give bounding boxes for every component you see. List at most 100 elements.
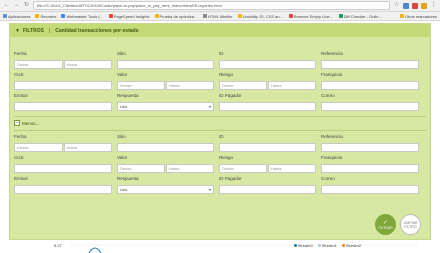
filter-row: Emisor Respuesta Uno ▾ ID Pagador Correo: [10, 176, 430, 196]
bookmark-item[interactable]: Diff Checker - Onlin…: [338, 14, 382, 19]
fecha-desde-input[interactable]: Desde: [14, 143, 63, 152]
valor-label: Valor: [117, 155, 128, 160]
extension-icon[interactable]: [403, 2, 409, 9]
chevron-down-icon: ▾: [208, 187, 211, 192]
referencia-field: Referencia: [321, 51, 419, 69]
referencia-input[interactable]: [321, 60, 419, 69]
bookmark-item[interactable]: Remove Empty Line…: [288, 14, 334, 19]
chart-svg: [69, 244, 419, 253]
emisor-input[interactable]: [14, 185, 112, 194]
legend-item[interactable]: Stream1: [317, 243, 337, 248]
forward-icon[interactable]: →: [13, 2, 20, 9]
fecha-label: Fecha: [14, 51, 27, 56]
respuesta-select[interactable]: Uno ▾: [117, 185, 214, 194]
menu-icon[interactable]: ⋮: [430, 2, 437, 9]
id-pagador-field: ID Pagador: [219, 176, 316, 194]
franquicia-input[interactable]: [321, 81, 419, 90]
bookmark-item[interactable]: Prueba de optimiza…: [154, 14, 198, 19]
cus-input[interactable]: [14, 164, 112, 173]
extension-icon[interactable]: [421, 2, 427, 9]
correo-input[interactable]: [321, 185, 419, 194]
valor-desde-input[interactable]: Desde: [117, 81, 165, 90]
valor-hasta-input[interactable]: Hasta: [166, 164, 214, 173]
respuesta-select[interactable]: Uno ▾: [117, 102, 214, 111]
id-pagador-input[interactable]: [219, 102, 316, 111]
riesgo-hasta-input[interactable]: Hasta: [268, 81, 316, 90]
bookmark-item[interactable]: Webmaster Tools (…: [61, 14, 104, 19]
filters-header: ▼ FILTROS | Cantidad transacciones por e…: [10, 24, 430, 37]
filter-row: Fecha Desde Hasta Sitio ID Referencia: [10, 51, 430, 71]
fecha-hasta-input[interactable]: Hasta: [63, 60, 112, 69]
bookmark-item[interactable]: Recortes: [35, 14, 56, 19]
correo-input[interactable]: [321, 102, 419, 111]
emisor-label: Emisor: [14, 176, 29, 181]
limpiar-filtro-button[interactable]: LIMPIAR FILTRO: [400, 214, 421, 235]
legend-label: Stream1: [321, 243, 337, 248]
filter-row: Emisor Respuesta Uno ▾ ID Pagador Correo: [10, 93, 430, 113]
valor-field: Valor Desde Hasta: [117, 155, 214, 173]
menos-toggle[interactable]: – Menos...: [14, 120, 39, 126]
riesgo-hasta-input[interactable]: Hasta: [268, 164, 316, 173]
address-bar[interactable]: file:///C:/DUI1_Clientes/ARTICA%20Colab/…: [33, 1, 390, 10]
referencia-label: Referencia: [321, 51, 343, 56]
id-input[interactable]: [219, 60, 316, 69]
referencia-label: Referencia: [321, 134, 343, 139]
correo-field: Correo: [321, 176, 419, 194]
fecha-field: Fecha Desde Hasta: [14, 51, 112, 69]
bookmark-item[interactable]: Unicidity JS, CSS an…: [237, 14, 284, 19]
valor-hasta-input[interactable]: Hasta: [166, 81, 214, 90]
filtrar-button[interactable]: ✓ FILTRAR: [375, 214, 396, 235]
riesgo-field: Riesgo Desde Hasta: [219, 72, 316, 90]
filtro-label: FILTRO: [404, 224, 417, 229]
correo-label: Correo: [321, 93, 335, 98]
sitio-label: Sitio: [117, 134, 126, 139]
riesgo-desde-input[interactable]: Desde: [219, 81, 267, 90]
bookmark-item[interactable]: Aplicaciones: [3, 14, 30, 19]
valor-field: Valor Desde Hasta: [117, 72, 214, 90]
filters-panel: ▼ FILTROS | Cantidad transacciones por e…: [9, 23, 431, 240]
emisor-label: Emisor: [14, 93, 29, 98]
cus-input[interactable]: [14, 81, 112, 90]
respuesta-field: Respuesta Uno ▾: [117, 176, 214, 194]
emisor-input[interactable]: [14, 102, 112, 111]
valor-desde-input[interactable]: Desde: [117, 164, 165, 173]
legend-item[interactable]: Stream2: [341, 243, 361, 248]
filters-subtitle: Cantidad transacciones por estado: [55, 27, 139, 34]
referencia-input[interactable]: [321, 143, 419, 152]
cus-field: CUS: [14, 155, 112, 173]
back-icon[interactable]: ←: [3, 2, 10, 9]
sitio-input[interactable]: [117, 143, 214, 152]
filtrar-label: FILTRAR: [378, 225, 393, 230]
correo-field: Correo: [321, 93, 419, 111]
id-input[interactable]: [219, 143, 316, 152]
legend-label: Stream2: [345, 243, 361, 248]
franquicia-field: Franquicia: [321, 155, 419, 173]
riesgo-label: Riesgo: [219, 155, 234, 160]
id-pagador-field: ID Pagador: [219, 93, 316, 111]
id-field: ID: [219, 51, 316, 69]
bookmark-item[interactable]: PageSpeed Insights: [108, 14, 150, 19]
legend-item[interactable]: Stream0: [293, 243, 313, 248]
riesgo-label: Riesgo: [219, 72, 234, 77]
id-pagador-label: ID Pagador: [219, 93, 242, 98]
cus-label: CUS: [14, 155, 24, 160]
legend-dot-icon: [293, 244, 297, 247]
header-separator: |: [48, 27, 51, 34]
star-icon[interactable]: ☆: [393, 2, 400, 9]
franquicia-input[interactable]: [321, 164, 419, 173]
fecha-desde-input[interactable]: Desde: [14, 60, 63, 69]
sitio-input[interactable]: [117, 60, 214, 69]
bookmark-item[interactable]: HTML Minifier: [202, 14, 233, 19]
riesgo-desde-input[interactable]: Desde: [219, 164, 267, 173]
valor-label: Valor: [117, 72, 128, 77]
legend-dot-icon: [317, 244, 321, 247]
id-pagador-input[interactable]: [219, 185, 316, 194]
emisor-field: Emisor: [14, 176, 112, 194]
other-bookmarks[interactable]: Otros marcadores: [399, 14, 437, 19]
chevron-down-icon: ▾: [208, 104, 211, 109]
fecha-hasta-input[interactable]: Hasta: [63, 143, 112, 152]
legend-label: Stream0: [297, 243, 313, 248]
reload-icon[interactable]: ↻: [23, 2, 30, 9]
respuesta-label: Respuesta: [117, 93, 139, 98]
extension-icon[interactable]: [412, 2, 418, 9]
